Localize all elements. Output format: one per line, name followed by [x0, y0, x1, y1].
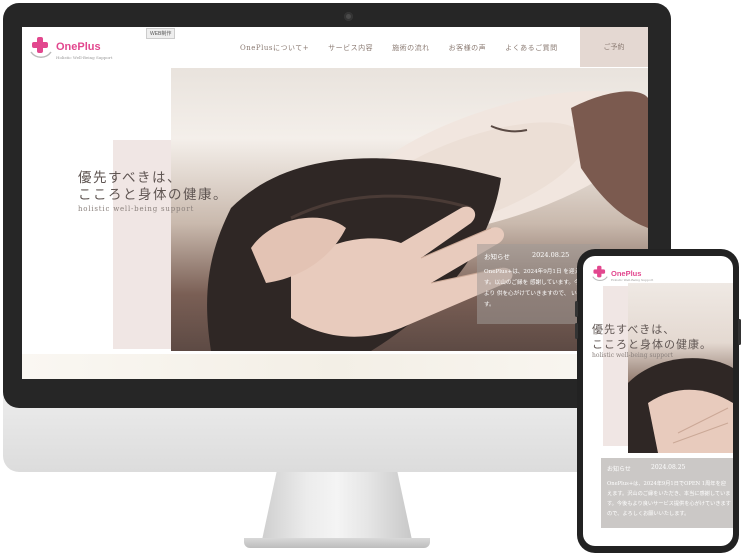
imac-foot [244, 538, 430, 548]
desktop-screen: OnePlus Holistic Well-Being Support WEB制… [22, 27, 648, 379]
mobile-news-body: OnePlus+は、2024年9月1日でOPEN 1周年を迎えます。沢山のご縁を… [607, 481, 731, 517]
mobile-screen: OnePlus Holistic Well-Being Support 優先すべ… [583, 256, 733, 546]
main-nav: OnePlusについて+ サービス内容 施術の流れ お客様の声 よくあるご質問 [240, 43, 577, 53]
mobile-hero-headline-line2: こころと身体の健康。 [592, 338, 712, 351]
mobile-hero-accent-block [603, 286, 628, 446]
phone-frame: OnePlus Holistic Well-Being Support 優先すべ… [575, 249, 741, 553]
mobile-news-heading: お知らせ [607, 466, 631, 473]
mobile-brand-name: OnePlus [611, 269, 642, 278]
mobile-hero-photo [628, 283, 733, 453]
news-heading: お知らせ [484, 253, 510, 261]
phone-volume-button [575, 323, 578, 339]
imac-stand [262, 470, 412, 540]
mobile-hero-headline-line1: 優先すべきは、 [592, 323, 676, 336]
plus-logo-icon [30, 37, 52, 58]
nav-item-voices[interactable]: お客様の声 [449, 43, 487, 53]
next-section-strip [22, 354, 648, 379]
hero-subline: holistic well-being support [78, 205, 195, 213]
brand-tagline: Holistic Well-Being Support [56, 55, 113, 60]
nav-item-flow[interactable]: 施術の流れ [392, 43, 430, 53]
mobile-hero-headline: 優先すべきは、 こころと身体の健康。 [592, 322, 712, 352]
web-badge: WEB制作 [146, 28, 176, 39]
hero-headline-line2: こころと身体の健康。 [78, 187, 228, 203]
nav-item-faq[interactable]: よくあるご質問 [505, 43, 558, 53]
mobile-hero-subline: holistic well-being support [592, 352, 673, 359]
phone-volume-button [575, 301, 578, 317]
hero-headline-line1: 優先すべきは、 [78, 170, 183, 186]
plus-logo-icon [592, 265, 608, 281]
mobile-news-panel[interactable]: お知らせ 2024.08.25 OnePlus+は、2024年9月1日でOPEN… [601, 458, 733, 528]
mobile-brand-tagline: Holistic Well-Being Support [611, 278, 654, 282]
camera-icon [344, 12, 353, 21]
brand-name: OnePlus [56, 41, 101, 53]
brand-logo[interactable]: OnePlus Holistic Well-Being Support [30, 35, 120, 63]
mobile-brand-logo[interactable]: OnePlus Holistic Well-Being Support [592, 264, 662, 284]
hero-headline: 優先すべきは、 こころと身体の健康。 [78, 170, 228, 204]
nav-item-about[interactable]: OnePlusについて+ [240, 43, 309, 53]
reserve-button[interactable]: ご予約 [580, 27, 648, 67]
mobile-news-date: 2024.08.25 [651, 464, 686, 471]
nav-item-services[interactable]: サービス内容 [328, 43, 373, 53]
news-date: 2024.08.25 [532, 251, 570, 259]
